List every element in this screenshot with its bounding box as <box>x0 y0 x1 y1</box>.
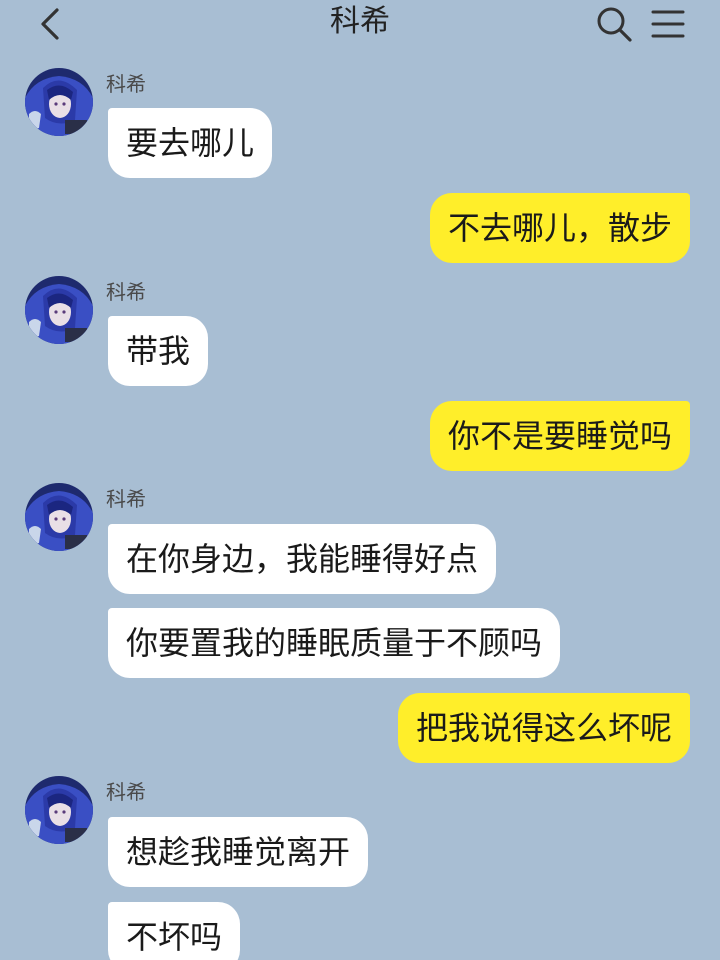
incoming-message[interactable]: 想趁我睡觉离开 <box>108 817 369 887</box>
incoming-message[interactable]: 在你身边，我能睡得好点 <box>108 524 497 594</box>
search-icon <box>597 7 632 42</box>
incoming-message[interactable]: 带我 <box>108 316 209 386</box>
menu-icon <box>651 10 685 38</box>
contact-avatar[interactable] <box>25 68 93 136</box>
sender-name: 科希 <box>106 280 146 304</box>
avatar-image <box>25 483 93 551</box>
contact-avatar[interactable] <box>25 776 93 844</box>
sender-name: 科希 <box>106 487 146 511</box>
chat-screen: 科希 科希 要去哪儿 不去哪儿，散步 科希 带我 你不是要睡觉吗 科希 在你身边… <box>0 0 720 960</box>
outgoing-message[interactable]: 把我说得这么坏呢 <box>397 693 690 763</box>
avatar-image <box>25 776 93 844</box>
sender-name: 科希 <box>106 72 146 96</box>
outgoing-message[interactable]: 不去哪儿，散步 <box>429 193 690 263</box>
incoming-message[interactable]: 要去哪儿 <box>108 108 273 178</box>
incoming-message[interactable]: 不坏吗 <box>108 902 241 960</box>
search-button[interactable] <box>592 2 636 46</box>
chat-header: 科希 <box>0 0 720 50</box>
avatar-image <box>25 276 93 344</box>
menu-button[interactable] <box>646 2 690 46</box>
incoming-message[interactable]: 你要置我的睡眠质量于不顾吗 <box>108 608 561 678</box>
contact-avatar[interactable] <box>25 276 93 344</box>
avatar-image <box>25 68 93 136</box>
sender-name: 科希 <box>106 780 146 804</box>
contact-avatar[interactable] <box>25 483 93 551</box>
outgoing-message[interactable]: 你不是要睡觉吗 <box>429 401 690 471</box>
